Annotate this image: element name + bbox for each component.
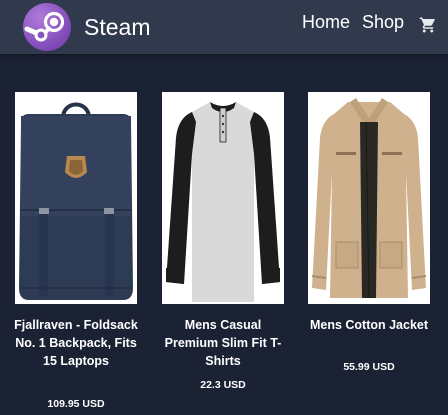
shopping-cart-icon[interactable] [419,16,437,34]
backpack-image[interactable] [15,92,137,304]
product-price: 109.95 USD [47,398,105,410]
brand-name[interactable]: Steam [84,14,150,40]
product-price: 55.99 USD [343,361,395,373]
product-title[interactable]: Fjallraven - Foldsack No. 1 Backpack, Fi… [11,316,141,370]
raglan-shirt-image[interactable] [162,92,284,304]
nav-home-link[interactable]: Home [302,12,350,32]
product-price: 22.3 USD [200,379,246,391]
product-title[interactable]: Mens Casual Premium Slim Fit T-Shirts [158,316,288,370]
cotton-jacket-image[interactable] [308,92,430,304]
top-navbar: Steam Home Shop [0,0,448,54]
steam-logo-icon[interactable] [23,3,71,51]
nav-shop-link[interactable]: Shop [362,12,404,32]
product-title[interactable]: Mens Cotton Jacket [304,316,434,334]
